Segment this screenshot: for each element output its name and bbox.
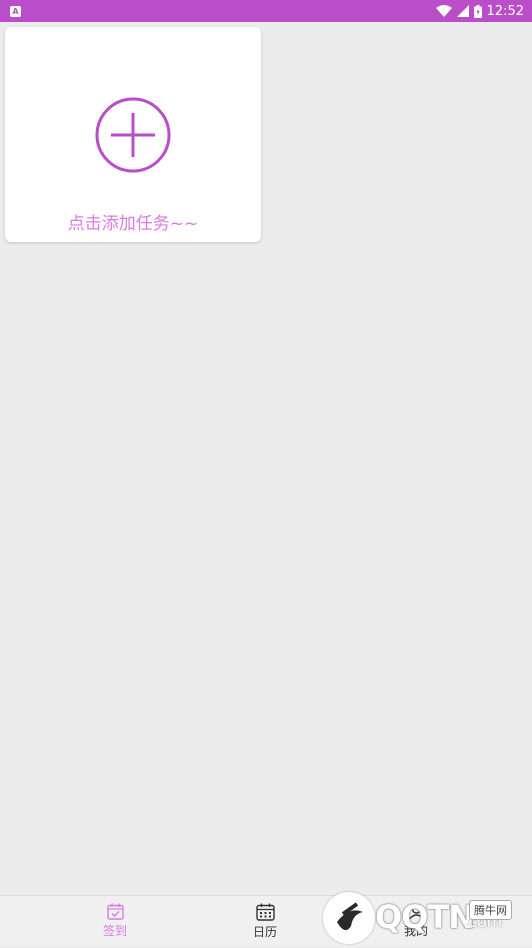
bottom-nav: 签到 日历 我的 (0, 895, 532, 946)
nav-label-signin: 签到 (102, 924, 127, 938)
clock: 12:52 (486, 3, 524, 19)
add-circle-icon[interactable] (94, 96, 172, 174)
status-bar: A 12:52 (0, 0, 532, 22)
nav-label-mine: 我的 (403, 924, 428, 938)
signal-icon (456, 5, 469, 17)
notification-icon: A (10, 5, 21, 17)
user-icon (408, 904, 424, 920)
nav-item-signin[interactable]: 签到 (75, 896, 155, 946)
nav-item-calendar[interactable]: 日历 (225, 896, 305, 946)
nav-item-mine[interactable]: 我的 (376, 896, 456, 946)
wifi-icon (435, 5, 452, 17)
calendar-icon (255, 903, 275, 921)
add-task-label: 点击添加任务~~ (67, 214, 199, 234)
calendar-check-icon (106, 903, 124, 920)
add-task-card[interactable]: 点击添加任务~~ (5, 27, 261, 242)
battery-icon (473, 4, 482, 18)
nav-label-calendar: 日历 (252, 924, 277, 939)
